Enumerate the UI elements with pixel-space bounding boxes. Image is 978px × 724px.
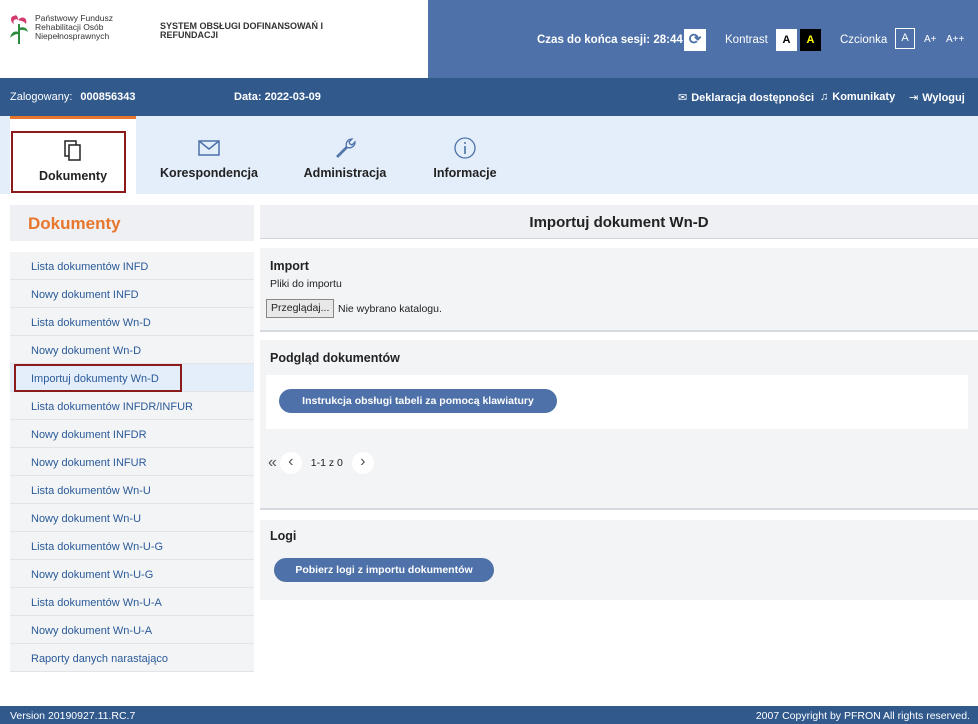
- refresh-session-button[interactable]: ⟳: [684, 29, 706, 51]
- tab-label: Informacje: [433, 166, 497, 180]
- messages-label: Komunikaty: [832, 91, 896, 103]
- envelope-open-icon: ✉: [678, 92, 688, 104]
- tab-administracja[interactable]: Administracja: [290, 116, 400, 194]
- info-icon: [454, 137, 476, 159]
- sidebar-item-nowy-infur[interactable]: Nowy dokument INFUR: [10, 448, 254, 476]
- system-title: SYSTEM OBSŁUGI DOFINANSOWAŃ I REFUNDACJI: [160, 21, 324, 40]
- page-range: 1-1 z 0: [310, 457, 343, 469]
- logout-link[interactable]: ⇥ Wyloguj: [909, 91, 965, 104]
- sidebar-item-lista-wn-u-a[interactable]: Lista dokumentów Wn-U-A: [10, 588, 254, 616]
- session-label: Czas do końca sesji:: [537, 34, 651, 46]
- accessibility-declaration-link[interactable]: ✉ Deklaracja dostępności: [678, 91, 814, 104]
- version-text: Version 20190927.11.RC.7: [10, 710, 136, 722]
- copyright-text: 2007 Copyright by PFRON All rights reser…: [755, 710, 970, 722]
- sidebar-item-nowy-wn-u-g[interactable]: Nowy dokument Wn-U-G: [10, 560, 254, 588]
- highlight-box-tab: [11, 131, 126, 193]
- main-tabs: Dokumenty Korespondencja Administracja I…: [0, 116, 978, 194]
- preview-section: Podgląd dokumentów Instrukcja obsługi ta…: [260, 340, 978, 510]
- header-tools: Czas do końca sesji: 28:44 ⟳ Kontrast A …: [428, 0, 978, 78]
- sidebar-item-lista-wn-d[interactable]: Lista dokumentów Wn-D: [10, 308, 254, 336]
- user-id: 000856343: [80, 91, 136, 103]
- tab-label: Administracja: [303, 166, 387, 180]
- import-section: Import Pliki do importu Przeglądaj... Ni…: [260, 248, 978, 332]
- page-title: Importuj dokument Wn-D: [260, 205, 978, 239]
- sidebar-item-lista-wn-u-g[interactable]: Lista dokumentów Wn-U-G: [10, 532, 254, 560]
- browse-button[interactable]: Przeglądaj...: [266, 299, 335, 318]
- keyboard-instruction-button[interactable]: Instrukcja obsługi tabeli za pomocą klaw…: [279, 389, 557, 413]
- logout-icon: ⇥: [909, 92, 919, 104]
- messages-link[interactable]: ♫ Komunikaty: [820, 91, 895, 103]
- highlight-box-sidebar: [14, 364, 182, 392]
- contrast-high-button[interactable]: A: [800, 29, 821, 51]
- sidebar-menu: Lista dokumentów INFD Nowy dokument INFD…: [10, 252, 254, 672]
- logout-label: Wyloguj: [922, 92, 965, 104]
- sidebar-item-nowy-infdr[interactable]: Nowy dokument INFDR: [10, 420, 254, 448]
- import-heading: Import: [270, 259, 309, 273]
- wrench-icon: [336, 138, 356, 158]
- accessibility-declaration-label: Deklaracja dostępności: [691, 92, 815, 104]
- keyboard-instruction-box: Instrukcja obsługi tabeli za pomocą klaw…: [266, 375, 968, 429]
- sidebar-item-lista-wn-u[interactable]: Lista dokumentów Wn-U: [10, 476, 254, 504]
- font-normal-button[interactable]: A: [895, 28, 915, 49]
- next-page-icon[interactable]: ›: [351, 452, 374, 474]
- top-header: Państwowy Fundusz Rehabilitacji Osób Nie…: [0, 0, 978, 78]
- tab-korespondencja[interactable]: Korespondencja: [150, 116, 268, 194]
- sidebar-item-nowy-wn-u[interactable]: Nowy dokument Wn-U: [10, 504, 254, 532]
- sidebar-item-lista-infdr-infur[interactable]: Lista dokumentów INFDR/INFUR: [10, 392, 254, 420]
- logged-user: Zalogowany: 000856343: [10, 91, 135, 103]
- pfron-logo-icon: [10, 15, 28, 44]
- sidebar-item-nowy-infd[interactable]: Nowy dokument INFD: [10, 280, 254, 308]
- refresh-icon: ⟳: [688, 31, 702, 48]
- sidebar-item-lista-infd[interactable]: Lista dokumentów INFD: [10, 252, 254, 280]
- first-page-icon[interactable]: «: [268, 454, 277, 472]
- preview-heading: Podgląd dokumentów: [270, 351, 400, 365]
- bell-icon: ♫: [820, 91, 829, 103]
- prev-page-icon[interactable]: ‹: [279, 452, 302, 474]
- sidebar-item-nowy-wn-d[interactable]: Nowy dokument Wn-D: [10, 336, 254, 364]
- logs-heading: Logi: [270, 529, 297, 543]
- no-directory-text: Nie wybrano katalogu.: [338, 303, 442, 315]
- footer: Version 20190927.11.RC.7 2007 Copyright …: [0, 706, 978, 724]
- download-logs-button[interactable]: Pobierz logi z importu dokumentów: [274, 558, 494, 582]
- sidebar-item-raporty[interactable]: Raporty danych narastająco: [10, 644, 254, 672]
- logged-label: Zalogowany:: [10, 91, 73, 103]
- sidebar-title: Dokumenty: [10, 205, 254, 241]
- contrast-normal-button[interactable]: A: [776, 29, 797, 51]
- contrast-label: Kontrast: [725, 34, 768, 46]
- user-bar: Zalogowany: 000856343 Data: 2022-03-09 ✉ D…: [0, 78, 978, 116]
- sidebar-item-nowy-wn-u-a[interactable]: Nowy dokument Wn-U-A: [10, 616, 254, 644]
- font-xlarge-button[interactable]: A++: [946, 34, 964, 45]
- date-value: 2022-03-09: [264, 91, 321, 103]
- session-timer: Czas do końca sesji: 28:44: [537, 34, 683, 46]
- date-label: Data:: [234, 91, 262, 103]
- envelope-icon: [198, 140, 220, 156]
- session-time: 28:44: [653, 34, 683, 46]
- current-date: Data: 2022-03-09: [234, 91, 321, 103]
- tab-label: Korespondencja: [160, 166, 258, 180]
- font-size-label: Czcionka: [840, 34, 888, 46]
- pagination: « ‹ 1-1 z 0 ›: [268, 452, 374, 474]
- logs-section: Logi Pobierz logi z importu dokumentów: [260, 520, 978, 600]
- font-large-button[interactable]: A+: [924, 34, 937, 45]
- tab-informacje[interactable]: Informacje: [425, 116, 505, 194]
- logo-text: Państwowy Fundusz Rehabilitacji Osób Nie…: [35, 13, 113, 41]
- import-files-label: Pliki do importu: [270, 278, 342, 290]
